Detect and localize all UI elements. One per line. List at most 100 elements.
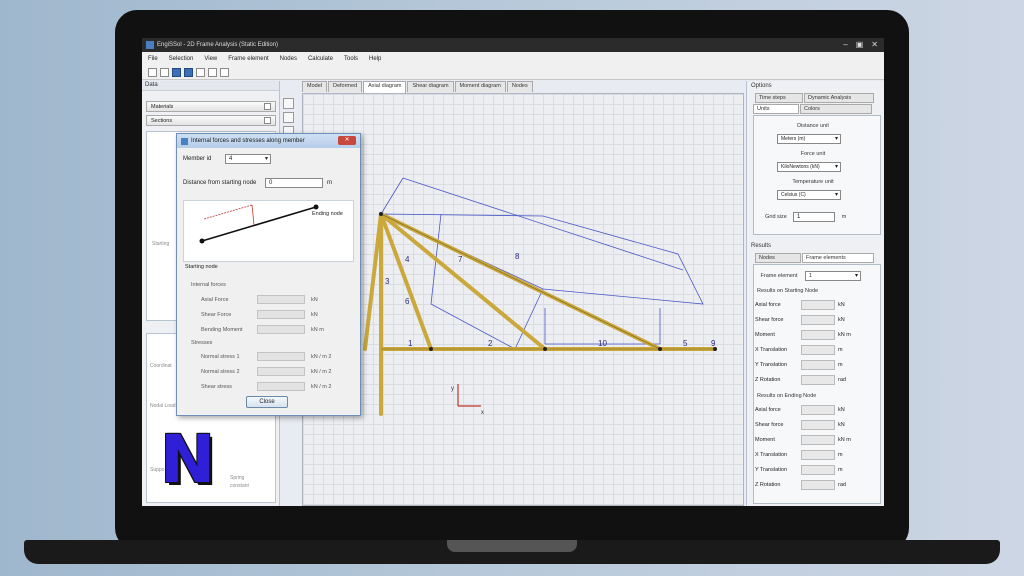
force-unit-select[interactable]: KiloNewtons (kN) [777, 162, 841, 172]
member-label: 6 [405, 297, 410, 306]
data-panel-header: Data [142, 81, 279, 91]
window-controls: – ▣ ✕ [843, 40, 878, 50]
results-header: Results [751, 243, 772, 249]
new-file-icon[interactable] [148, 67, 157, 77]
result-unit: kN [838, 422, 845, 428]
member-label: 10 [598, 339, 607, 348]
stress-field [257, 367, 305, 376]
expand-icon[interactable] [264, 103, 271, 110]
member-illustration: Ending node [183, 200, 354, 262]
result-row: Moment kN m [755, 434, 877, 446]
result-row: Axial force kN [755, 299, 877, 311]
materials-row[interactable]: Materials [146, 101, 276, 112]
result-unit: kN [838, 407, 845, 413]
tab-model[interactable]: Model [302, 81, 327, 92]
export-icon[interactable] [196, 67, 205, 77]
app-window: EngiSSol - 2D Frame Analysis (Static Edi… [142, 38, 884, 506]
tab-moment-diagram[interactable]: Moment diagram [454, 81, 506, 92]
settings-icon[interactable] [220, 67, 229, 77]
result-unit: kN [838, 317, 845, 323]
laptop-notch [447, 540, 577, 552]
result-row: Shear force kN [755, 314, 877, 326]
menu-help[interactable]: Help [369, 56, 381, 62]
force-unit-value: KiloNewtons (kN) [781, 164, 820, 170]
tab-units[interactable]: Units [753, 104, 799, 114]
tab-axial-diagram[interactable]: Axial diagram [363, 81, 407, 93]
save-icon[interactable] [172, 67, 181, 77]
tab-result-nodes[interactable]: Nodes [755, 253, 801, 263]
dialog-title-bar[interactable]: Internal forces and stresses along membe… [177, 134, 360, 148]
node [429, 347, 433, 351]
pointer-tool-icon[interactable] [283, 98, 294, 109]
stress-field [257, 352, 305, 361]
print-icon[interactable] [184, 67, 193, 77]
dialog-close-icon[interactable]: ✕ [338, 136, 356, 145]
force-unit: kN [311, 296, 318, 303]
result-field [801, 360, 835, 370]
sections-row[interactable]: Sections [146, 115, 276, 126]
stress-unit: kN / m 2 [311, 353, 332, 360]
force-label: Shear Force [201, 311, 232, 318]
result-label: Z Rotation [755, 482, 781, 488]
distance-unit-select[interactable]: Meters (m) [777, 134, 841, 144]
node [543, 347, 547, 351]
tab-dynamic-analysis[interactable]: Dynamic Analysis [804, 93, 874, 103]
close-icon[interactable]: ✕ [871, 40, 878, 50]
member-label: 9 [711, 339, 716, 348]
menu-file[interactable]: File [148, 56, 158, 62]
result-field [801, 450, 835, 460]
result-field [801, 315, 835, 325]
options-header: Options [751, 83, 772, 89]
maximize-icon[interactable]: ▣ [856, 40, 864, 50]
dialog-app-icon [181, 137, 188, 145]
menu-selection[interactable]: Selection [169, 56, 194, 62]
frame-element-select[interactable]: 1 [805, 271, 861, 281]
faint-label-coordinates: Coordinat [150, 363, 172, 369]
member-label: 1 [408, 339, 413, 348]
temperature-unit-select[interactable]: Celsius (C) [777, 190, 841, 200]
member-id-label: Member id [183, 156, 212, 162]
menu-view[interactable]: View [204, 56, 217, 62]
tab-shear-diagram[interactable]: Shear diagram [407, 81, 454, 92]
open-file-icon[interactable] [160, 67, 169, 77]
member-label: 3 [385, 277, 390, 286]
temperature-unit-value: Celsius (C) [781, 192, 806, 198]
member-id-select[interactable]: 4 [225, 154, 271, 164]
axial-diagram-outline [514, 288, 544, 350]
result-label: Moment [755, 332, 775, 338]
result-field [801, 480, 835, 490]
minimize-icon[interactable]: – [843, 40, 847, 50]
tab-result-frame-elements[interactable]: Frame elements [802, 253, 874, 263]
tab-colors[interactable]: Colors [800, 104, 872, 114]
result-label: Y Translation [755, 362, 788, 368]
stress-field [257, 382, 305, 391]
tab-time-steps[interactable]: Time steps [755, 93, 803, 103]
member-label: 2 [488, 339, 493, 348]
stress-label: Shear stress [201, 383, 232, 390]
result-row: Z Rotation rad [755, 374, 877, 386]
force-unit-label: Force unit [800, 151, 826, 157]
close-button[interactable]: Close [246, 396, 288, 408]
member-line [201, 206, 317, 242]
grid-size-input[interactable]: 1 [793, 212, 835, 222]
node-tool-icon[interactable] [283, 112, 294, 123]
menu-calculate[interactable]: Calculate [308, 56, 333, 62]
menu-tools[interactable]: Tools [344, 56, 358, 62]
tab-deformed[interactable]: Deformed [327, 81, 363, 92]
frame-element-value: 1 [809, 273, 812, 279]
tab-nodes[interactable]: Nodes [506, 81, 533, 92]
report-icon[interactable] [208, 67, 217, 77]
title-bar: EngiSSol - 2D Frame Analysis (Static Edi… [142, 38, 884, 52]
ending-node-dot [313, 204, 319, 210]
menu-nodes[interactable]: Nodes [280, 56, 297, 62]
menu-frame-element[interactable]: Frame element [228, 56, 268, 62]
expand-icon[interactable] [264, 117, 271, 124]
result-label: Axial force [755, 302, 781, 308]
result-label: Z Rotation [755, 377, 781, 383]
diagram-canvas[interactable]: 1 2 3 4 5 6 7 8 9 10 y x [302, 93, 744, 506]
axial-diagram-outline [402, 177, 684, 271]
force-field [257, 295, 305, 304]
result-unit: kN m [838, 332, 851, 338]
member-label: 8 [515, 252, 520, 261]
distance-input[interactable]: 0 [265, 178, 323, 188]
